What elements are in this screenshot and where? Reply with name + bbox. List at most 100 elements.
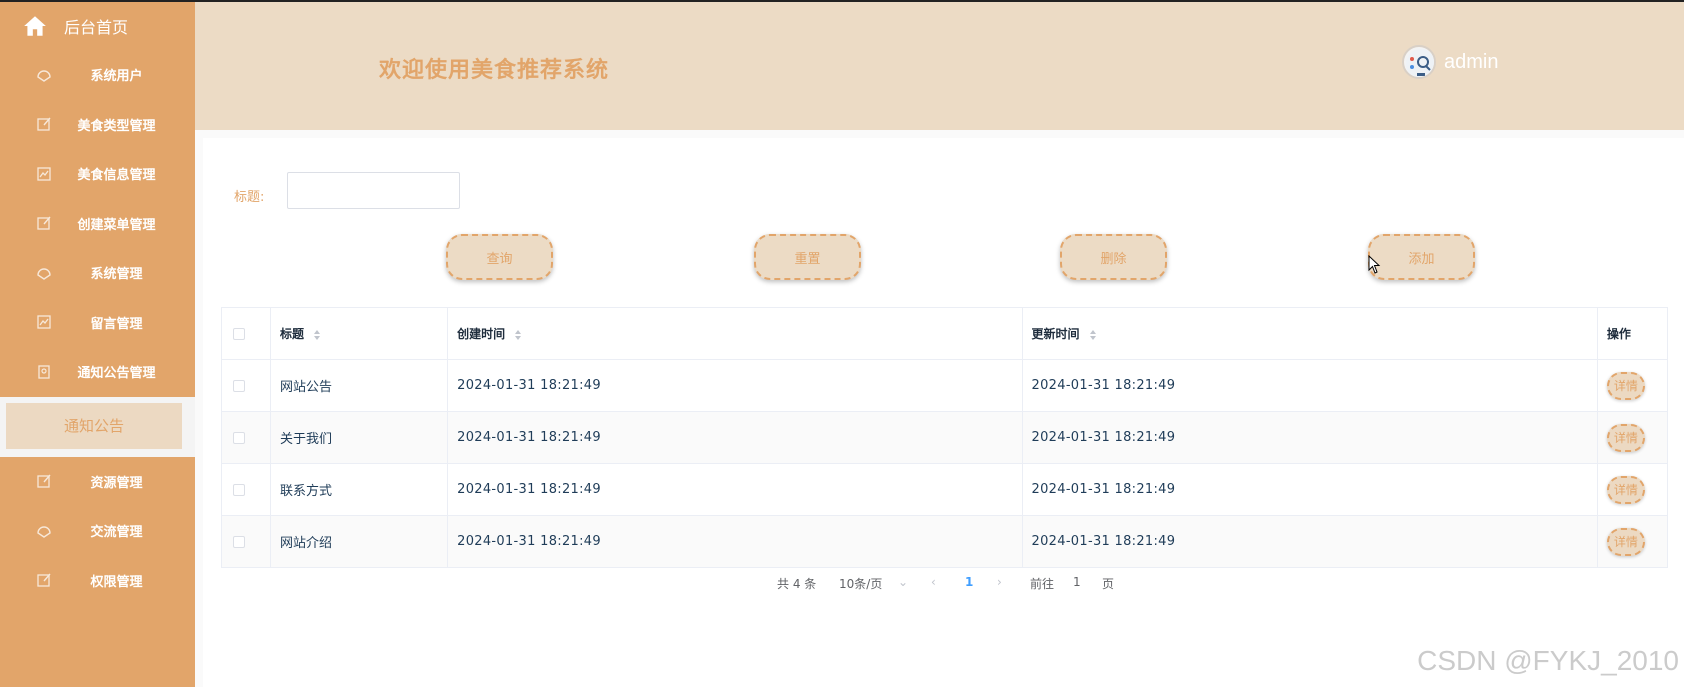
dashboard-icon <box>37 268 51 280</box>
sidebar-home[interactable]: 后台首页 <box>0 2 195 50</box>
sidebar-item-label: 系统用户 <box>90 69 143 85</box>
table-row[interactable]: 关于我们 2024-01-31 18:21:49 2024-01-31 18:2… <box>220 411 1669 464</box>
page-title: 欢迎使用美食推荐系统 <box>379 58 610 83</box>
row-checkbox[interactable] <box>233 379 245 392</box>
sidebar-item-food-info[interactable]: 美食信息管理 <box>0 149 195 199</box>
table-row[interactable]: 网站公告 2024-01-31 18:21:49 2024-01-31 18:2… <box>220 359 1669 412</box>
cell-title: 联系方式 <box>270 463 449 516</box>
delete-button[interactable]: 删除 <box>1060 234 1167 280</box>
sidebar-item-label: 创建菜单管理 <box>77 217 156 233</box>
header-updated[interactable]: 更新时间 <box>1021 307 1598 360</box>
detail-button[interactable]: 详情 <box>1606 371 1645 400</box>
goto-page-input[interactable]: 1 <box>1073 575 1081 589</box>
top-header: 欢迎使用美食推荐系统 admin <box>195 2 1684 130</box>
header-created[interactable]: 创建时间 <box>447 307 1023 360</box>
add-button[interactable]: 添加 <box>1368 234 1475 280</box>
cell-updated: 2024-01-31 18:21:49 <box>1021 359 1598 412</box>
prev-page-icon[interactable]: ‹ <box>931 575 936 589</box>
content-panel: 标题: 查询 重置 删除 添加 标题 创建时间 更新时间 操作 网站公告 202… <box>203 138 1684 687</box>
sidebar: 后台首页 系统用户 美食类型管理 美食信息管理 创建菜单管理 系统管理 留言管理 <box>0 2 195 687</box>
cell-created: 2024-01-31 18:21:49 <box>447 463 1023 516</box>
sidebar-item-resources[interactable]: 资源管理 <box>0 457 195 507</box>
reset-button[interactable]: 重置 <box>754 234 861 280</box>
bookmark-icon <box>38 365 50 379</box>
main-content: 标题: 查询 重置 删除 添加 标题 创建时间 更新时间 操作 网站公告 202… <box>195 130 1684 687</box>
sidebar-subitem-notice[interactable]: 通知公告 <box>6 402 182 449</box>
detail-button[interactable]: 详情 <box>1606 475 1645 504</box>
header-title-label: 标题 <box>280 327 305 341</box>
mouse-cursor-icon <box>1368 255 1381 274</box>
sidebar-item-exchange[interactable]: 交流管理 <box>0 506 195 556</box>
search-title-input[interactable] <box>287 172 460 209</box>
row-checkbox[interactable] <box>233 431 245 444</box>
chart-icon <box>37 315 51 329</box>
search-title-label: 标题: <box>234 190 265 205</box>
sidebar-item-permissions[interactable]: 权限管理 <box>0 556 195 606</box>
cell-title: 网站公告 <box>270 359 449 412</box>
edit-icon <box>37 573 51 587</box>
sidebar-item-notice-manage[interactable]: 通知公告管理 <box>0 347 195 397</box>
table-header-row: 标题 创建时间 更新时间 操作 <box>220 307 1669 360</box>
watermark: CSDN @FYKJ_2010 <box>1417 645 1679 676</box>
sidebar-item-label: 美食信息管理 <box>77 168 156 184</box>
avatar-icon <box>1406 49 1434 77</box>
query-button[interactable]: 查询 <box>446 234 553 280</box>
cell-created: 2024-01-31 18:21:49 <box>447 411 1023 464</box>
detail-button[interactable]: 详情 <box>1606 423 1645 452</box>
table-row[interactable]: 网站介绍 2024-01-31 18:21:49 2024-01-31 18:2… <box>220 515 1669 568</box>
detail-button[interactable]: 详情 <box>1606 527 1645 556</box>
sidebar-item-label: 美食类型管理 <box>77 118 156 134</box>
page-number[interactable]: 1 <box>965 575 973 589</box>
sidebar-item-system-manage[interactable]: 系统管理 <box>0 248 195 298</box>
chart-icon <box>37 167 51 181</box>
sidebar-home-label: 后台首页 <box>64 18 129 37</box>
edit-icon <box>37 216 51 230</box>
page-size-select[interactable]: 10条/页 <box>839 575 882 592</box>
sidebar-item-label: 系统管理 <box>90 267 143 283</box>
header-title[interactable]: 标题 <box>270 307 449 360</box>
cell-updated: 2024-01-31 18:21:49 <box>1021 463 1598 516</box>
goto-label: 前往 <box>1030 577 1055 591</box>
row-checkbox[interactable] <box>233 535 245 548</box>
sidebar-item-label: 资源管理 <box>90 475 143 491</box>
header-select-all[interactable] <box>220 307 272 360</box>
username: admin <box>1444 50 1499 73</box>
sidebar-submenu: 通知公告 <box>0 396 195 457</box>
dashboard-icon <box>37 70 51 82</box>
notice-table: 标题 创建时间 更新时间 操作 网站公告 2024-01-31 18:21:49… <box>220 307 1669 568</box>
sidebar-item-messages[interactable]: 留言管理 <box>0 298 195 348</box>
next-page-icon[interactable]: › <box>997 575 1002 589</box>
table-row[interactable]: 联系方式 2024-01-31 18:21:49 2024-01-31 18:2… <box>220 463 1669 516</box>
cell-created: 2024-01-31 18:21:49 <box>447 359 1023 412</box>
user-menu[interactable]: admin <box>1402 45 1498 79</box>
avatar[interactable] <box>1402 45 1436 79</box>
sidebar-item-label: 通知公告管理 <box>77 366 156 382</box>
sidebar-item-system-users[interactable]: 系统用户 <box>0 50 195 100</box>
sidebar-item-food-type[interactable]: 美食类型管理 <box>0 100 195 150</box>
app-root: 后台首页 系统用户 美食类型管理 美食信息管理 创建菜单管理 系统管理 留言管理 <box>0 0 1684 687</box>
cell-updated: 2024-01-31 18:21:49 <box>1021 515 1598 568</box>
row-checkbox[interactable] <box>233 483 245 496</box>
cell-created: 2024-01-31 18:21:49 <box>447 515 1023 568</box>
chevron-down-icon[interactable]: ⌄ <box>898 575 908 589</box>
pagination-total: 共 4 条 <box>777 577 817 591</box>
header-created-label: 创建时间 <box>457 327 506 341</box>
edit-icon <box>37 474 51 488</box>
header-actions: 操作 <box>1596 307 1669 360</box>
select-all-checkbox[interactable] <box>233 327 245 340</box>
sort-icon[interactable] <box>514 329 522 341</box>
sidebar-item-label: 交流管理 <box>90 525 143 541</box>
header-updated-label: 更新时间 <box>1031 327 1080 341</box>
sort-icon[interactable] <box>1089 329 1097 341</box>
cell-title: 关于我们 <box>270 411 449 464</box>
page-suffix-label: 页 <box>1102 577 1115 591</box>
cell-title: 网站介绍 <box>270 515 449 568</box>
home-icon <box>24 16 46 36</box>
sidebar-item-menu-create[interactable]: 创建菜单管理 <box>0 199 195 249</box>
sidebar-item-label: 权限管理 <box>90 574 143 590</box>
edit-icon <box>37 117 51 131</box>
dashboard-icon <box>37 526 51 538</box>
sidebar-item-label: 留言管理 <box>90 316 143 332</box>
pagination: 共 4 条 10条/页 ⌄ ‹ 1 › 前往 1 页 <box>203 575 1684 595</box>
sort-icon[interactable] <box>313 329 321 341</box>
